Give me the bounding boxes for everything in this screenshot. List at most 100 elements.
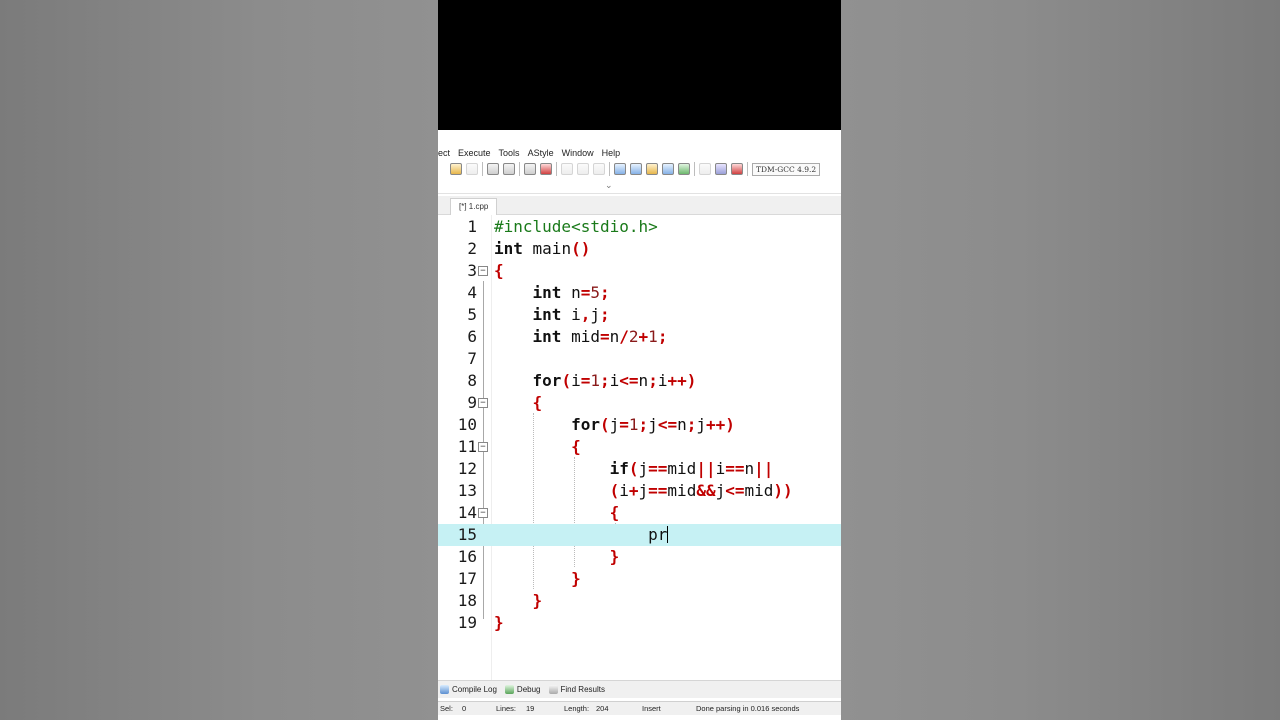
line-number: 15 xyxy=(457,525,477,544)
menu-help[interactable]: Help xyxy=(602,148,625,158)
code-text: { xyxy=(609,503,620,522)
code-line-19[interactable]: 19 } xyxy=(438,612,841,634)
chevron-down-icon[interactable]: ⌄ xyxy=(605,180,613,191)
text-caret xyxy=(667,526,669,543)
back-icon[interactable] xyxy=(561,163,573,175)
redo-icon[interactable] xyxy=(466,163,478,175)
grid-icon[interactable] xyxy=(662,163,674,175)
status-sel-value: 0 xyxy=(462,704,467,713)
line-number: 9 xyxy=(467,393,477,412)
code-line-9[interactable]: 9 − { xyxy=(438,392,841,414)
compile-log-icon xyxy=(440,685,449,694)
code-text: int i,j; xyxy=(532,305,610,324)
close-icon[interactable] xyxy=(699,163,711,175)
bottom-panel-tabs: Compile Log Debug Find Results xyxy=(438,680,841,698)
line-number: 7 xyxy=(467,349,477,368)
line-number: 19 xyxy=(457,613,477,632)
toolbar-separator xyxy=(747,162,748,176)
line-number: 17 xyxy=(457,569,477,588)
code-line-11[interactable]: 11 − { xyxy=(438,436,841,458)
code-text: int mid=n/2+1; xyxy=(532,327,668,346)
menu-project[interactable]: ect xyxy=(438,148,454,158)
forward-icon[interactable] xyxy=(577,163,589,175)
video-frame: ect Execute Tools AStyle Window Help TDM… xyxy=(438,0,841,720)
blurred-background-left xyxy=(0,0,438,720)
code-line-1[interactable]: 1 #include<stdio.h> xyxy=(438,216,841,238)
code-line-17[interactable]: 17 } xyxy=(438,568,841,590)
tab-find-results[interactable]: Find Results xyxy=(548,685,605,694)
cascade-icon[interactable] xyxy=(646,163,658,175)
tab-debug[interactable]: Debug xyxy=(504,685,541,694)
status-lines-label: Lines: xyxy=(496,704,517,713)
code-text: #include<stdio.h> xyxy=(494,217,658,236)
code-line-14[interactable]: 14 − { xyxy=(438,502,841,524)
menu-astyle[interactable]: AStyle xyxy=(528,148,558,158)
code-line-4[interactable]: 4 int n=5; xyxy=(438,282,841,304)
code-text: pr xyxy=(494,525,669,544)
status-lines-value: 19 xyxy=(526,704,535,713)
code-line-7[interactable]: 7 xyxy=(438,348,841,370)
code-line-6[interactable]: 6 int mid=n/2+1; xyxy=(438,326,841,348)
toolbar-separator xyxy=(519,162,520,176)
code-line-8[interactable]: 8 for(i=1;i<=n;i++) xyxy=(438,370,841,392)
status-bar: Sel: 0 Lines: 19 Length: 204 Insert Done… xyxy=(438,701,841,715)
status-insert-mode: Insert xyxy=(642,704,661,713)
code-editor[interactable]: 1 #include<stdio.h> 2 int main() 3 − { 4… xyxy=(438,215,841,680)
code-text: for(i=1;i<=n;i++) xyxy=(532,371,697,390)
line-number: 13 xyxy=(457,481,477,500)
code-line-10[interactable]: 10 for(j=1;j<=n;j++) xyxy=(438,414,841,436)
tab-1-cpp[interactable]: [*] 1.cpp xyxy=(450,198,498,215)
code-line-13[interactable]: 13 (i+j==mid&&j<=mid)) xyxy=(438,480,841,502)
find-icon[interactable] xyxy=(487,163,499,175)
replace-icon[interactable] xyxy=(503,163,515,175)
code-line-5[interactable]: 5 int i,j; xyxy=(438,304,841,326)
menu-tools[interactable]: Tools xyxy=(499,148,524,158)
line-number: 3 xyxy=(467,261,477,280)
editor-tab-strip: [*] 1.cpp xyxy=(438,196,841,215)
code-text: int n=5; xyxy=(532,283,610,302)
window-icon[interactable] xyxy=(630,163,642,175)
check-icon[interactable] xyxy=(678,163,690,175)
shield-icon[interactable] xyxy=(593,163,605,175)
code-line-15-current[interactable]: 15 pr xyxy=(438,524,841,546)
code-text: (i+j==mid&&j<=mid)) xyxy=(609,481,793,500)
fold-toggle-icon[interactable]: − xyxy=(478,398,488,408)
find-results-icon xyxy=(548,685,558,694)
compiler-select[interactable]: TDM-GCC 4.9.2 xyxy=(752,162,821,176)
debug-check-icon xyxy=(504,685,514,694)
black-letterbox xyxy=(438,0,841,130)
fold-toggle-icon[interactable]: − xyxy=(478,442,488,452)
toolbar-separator xyxy=(482,162,483,176)
line-number: 12 xyxy=(457,459,477,478)
code-line-12[interactable]: 12 if(j==mid||i==n|| xyxy=(438,458,841,480)
debug-bug-icon[interactable] xyxy=(731,163,743,175)
status-sel-label: Sel: xyxy=(440,704,453,713)
toolbar-separator xyxy=(694,162,695,176)
code-text: { xyxy=(571,437,581,456)
code-line-16[interactable]: 16 } xyxy=(438,546,841,568)
status-message: Done parsing in 0.016 seconds xyxy=(696,704,800,713)
goto-line-icon[interactable] xyxy=(524,163,536,175)
toolbar: TDM-GCC 4.9.2 xyxy=(438,159,841,179)
code-line-2[interactable]: 2 int main() xyxy=(438,238,841,260)
chart-icon[interactable] xyxy=(715,163,727,175)
fold-toggle-icon[interactable]: − xyxy=(478,266,488,276)
menu-window[interactable]: Window xyxy=(562,148,598,158)
code-text: } xyxy=(494,613,504,632)
menu-execute[interactable]: Execute xyxy=(458,148,495,158)
fold-toggle-icon[interactable]: − xyxy=(478,508,488,518)
tile-icon[interactable] xyxy=(614,163,626,175)
tab-compile-log[interactable]: Compile Log xyxy=(440,685,497,694)
code-text: } xyxy=(532,591,543,610)
line-number: 16 xyxy=(457,547,477,566)
bookmark-icon[interactable] xyxy=(540,163,552,175)
line-number: 2 xyxy=(467,239,477,258)
secondary-toolbar: ⌄ xyxy=(438,180,841,194)
undo-icon[interactable] xyxy=(450,163,462,175)
blurred-background-right xyxy=(841,0,1280,720)
code-line-18[interactable]: 18 } xyxy=(438,590,841,612)
code-text: for(j=1;j<=n;j++) xyxy=(571,415,735,434)
line-number: 18 xyxy=(457,591,477,610)
toolbar-separator xyxy=(609,162,610,176)
code-line-3[interactable]: 3 − { xyxy=(438,260,841,282)
